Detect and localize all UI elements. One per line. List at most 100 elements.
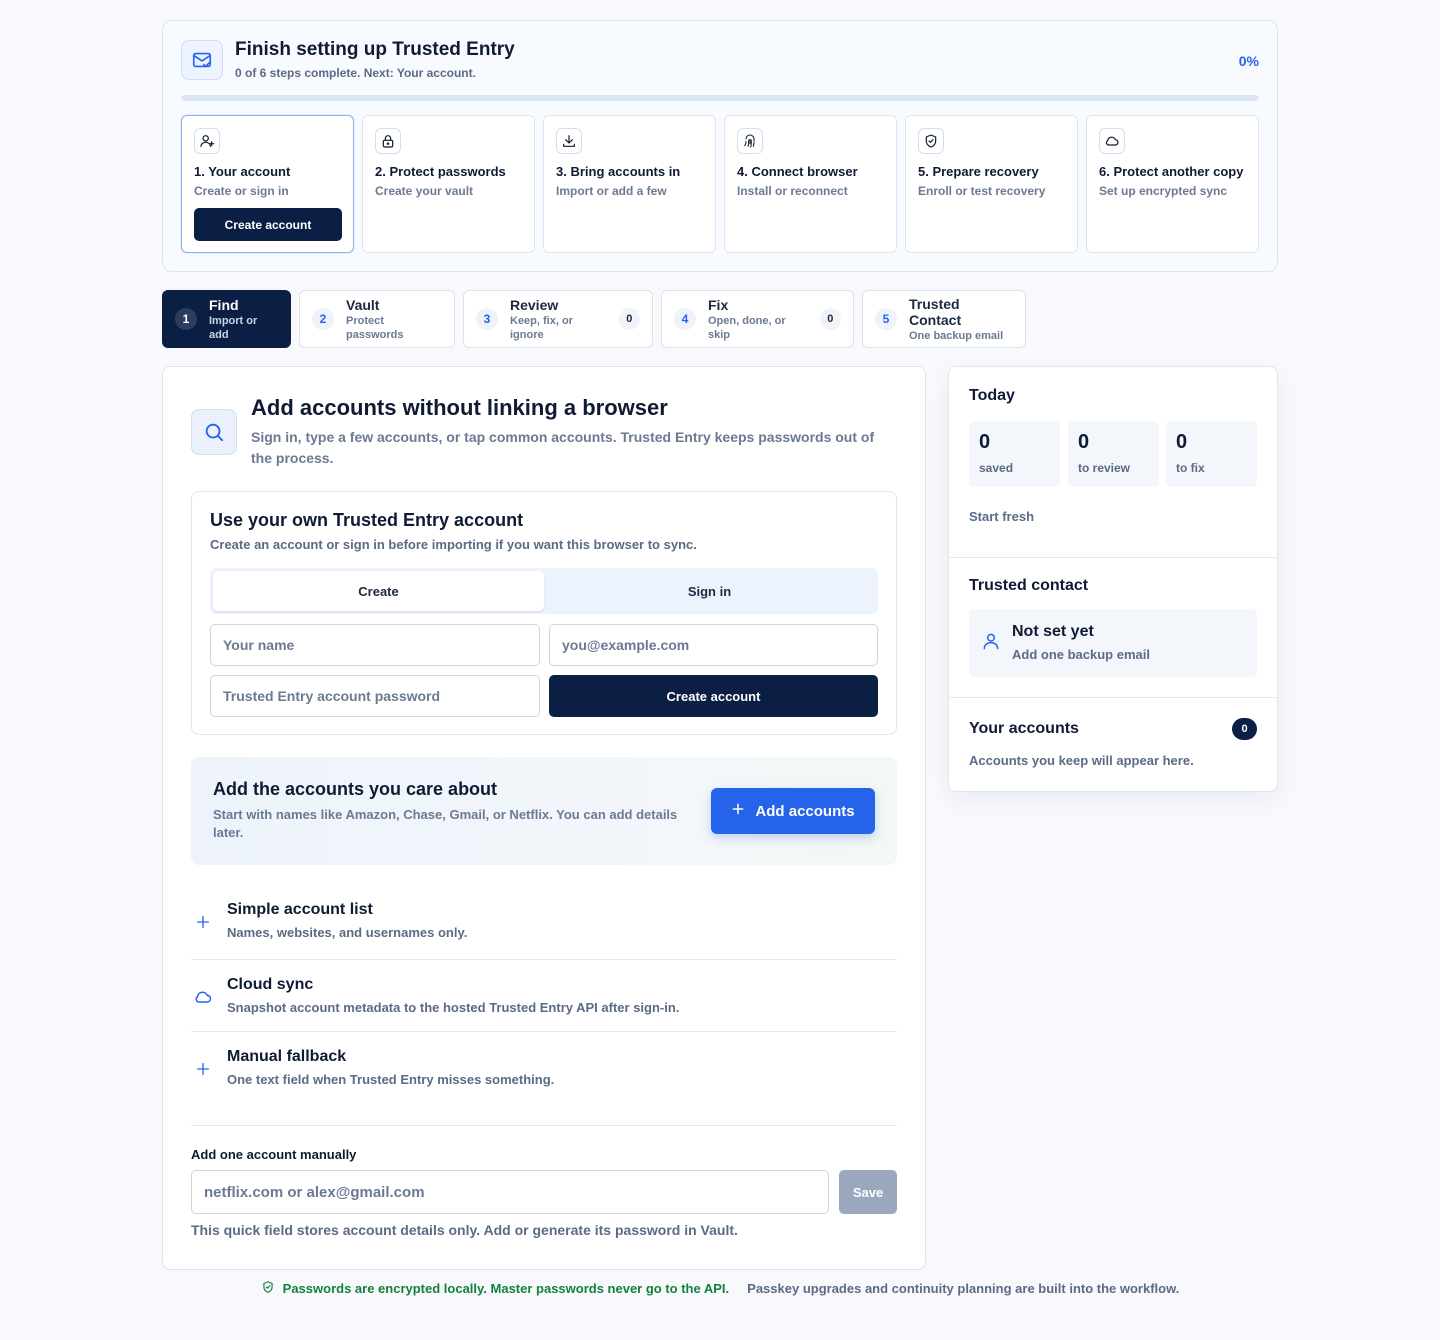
stat-value: 0 bbox=[1176, 431, 1188, 453]
user-plus-icon bbox=[194, 128, 220, 154]
step-title: 4. Connect browser bbox=[737, 164, 858, 179]
shield-check-icon bbox=[918, 128, 944, 154]
mail-check-icon bbox=[181, 40, 223, 80]
tab-subtitle: One backup email bbox=[909, 329, 1004, 342]
step-subtitle: Import or add a few bbox=[556, 184, 667, 198]
manual-account-note: This quick field stores account details … bbox=[191, 1222, 738, 1238]
tab-review[interactable]: 3 Review Keep, fix, or ignore 0 bbox=[463, 290, 653, 348]
cloud-icon bbox=[1099, 128, 1125, 154]
step-title: 2. Protect passwords bbox=[375, 164, 506, 179]
tab-title: Find bbox=[209, 296, 239, 313]
tab-find[interactable]: 1 Find Import or add bbox=[162, 290, 291, 348]
step-protect-passwords[interactable]: 2. Protect passwords Create your vault bbox=[362, 115, 535, 253]
tab-title: Review bbox=[510, 296, 559, 313]
tab-number: 5 bbox=[875, 308, 897, 330]
tab-fix[interactable]: 4 Fix Open, done, or skip 0 bbox=[661, 290, 854, 348]
today-heading: Today bbox=[969, 387, 1015, 404]
create-account-button[interactable]: Create account bbox=[194, 208, 342, 241]
step-title: 1. Your account bbox=[194, 164, 291, 179]
footer: Passwords are encrypted locally. Master … bbox=[0, 1280, 1440, 1297]
banner-title: Add the accounts you care about bbox=[213, 779, 498, 799]
tab-title: Trusted Contact bbox=[909, 295, 962, 328]
account-card-subtitle: Create an account or sign in before impo… bbox=[210, 537, 697, 552]
option-subtitle: One text field when Trusted Entry misses… bbox=[227, 1072, 555, 1087]
step-title: 5. Prepare recovery bbox=[918, 164, 1039, 179]
mode-signin-button[interactable]: Sign in bbox=[544, 571, 875, 611]
mode-create-button[interactable]: Create bbox=[213, 571, 544, 611]
step-subtitle: Install or reconnect bbox=[737, 184, 848, 198]
add-accounts-button[interactable]: Add accounts bbox=[711, 788, 875, 834]
workflow-tabs: 1 Find Import or add 2 Vault Protect pas… bbox=[162, 290, 1026, 348]
stat-label: to fix bbox=[1176, 461, 1205, 475]
tab-vault[interactable]: 2 Vault Protect passwords bbox=[299, 290, 455, 348]
accounts-empty-text: Accounts you keep will appear here. bbox=[969, 753, 1194, 768]
manual-account-input[interactable] bbox=[191, 1170, 829, 1214]
option-subtitle: Snapshot account metadata to the hosted … bbox=[227, 1000, 680, 1015]
option-cloud-sync[interactable]: Cloud sync Snapshot account metadata to … bbox=[191, 959, 897, 1031]
tab-number: 2 bbox=[312, 308, 334, 330]
setup-subtitle: 0 of 6 steps complete. Next: Your accoun… bbox=[235, 66, 476, 80]
step-connect-browser[interactable]: 4. Connect browser Install or reconnect bbox=[724, 115, 897, 253]
setup-progress-bar bbox=[181, 95, 1259, 101]
setup-title: Finish setting up Trusted Entry bbox=[235, 39, 515, 60]
security-note-text: Passwords are encrypted locally. Master … bbox=[282, 1281, 730, 1296]
add-accounts-banner: Add the accounts you care about Start wi… bbox=[191, 757, 897, 865]
option-title: Manual fallback bbox=[227, 1048, 347, 1065]
save-button[interactable]: Save bbox=[839, 1170, 897, 1214]
plus-icon bbox=[731, 802, 745, 820]
step-your-account[interactable]: 1. Your account Create or sign in Create… bbox=[181, 115, 354, 253]
summary-sidebar: Today 0 saved 0 to review 0 to fix Start… bbox=[948, 366, 1278, 792]
search-icon bbox=[191, 409, 237, 455]
tab-title: Vault bbox=[346, 296, 380, 313]
option-subtitle: Names, websites, and usernames only. bbox=[227, 925, 468, 940]
tab-subtitle: Protect passwords bbox=[346, 314, 404, 341]
email-input[interactable] bbox=[549, 624, 878, 666]
step-subtitle: Set up encrypted sync bbox=[1099, 184, 1228, 198]
page-subtitle: Sign in, type a few accounts, or tap com… bbox=[251, 429, 875, 466]
step-title: 6. Protect another copy bbox=[1099, 164, 1244, 179]
account-card: Use your own Trusted Entry account Creat… bbox=[191, 491, 897, 735]
setup-card: Finish setting up Trusted Entry 0 of 6 s… bbox=[162, 20, 1278, 272]
create-account-submit-button[interactable]: Create account bbox=[549, 675, 878, 717]
step-bring-accounts[interactable]: 3. Bring accounts in Import or add a few bbox=[543, 115, 716, 253]
divider bbox=[949, 697, 1277, 698]
tab-number: 3 bbox=[476, 308, 498, 330]
cloud-icon bbox=[191, 985, 215, 1009]
banner-subtitle: Start with names like Amazon, Chase, Gma… bbox=[213, 807, 678, 840]
step-protect-copy[interactable]: 6. Protect another copy Set up encrypted… bbox=[1086, 115, 1259, 253]
step-subtitle: Enroll or test recovery bbox=[918, 184, 1046, 198]
stat-label: to review bbox=[1078, 461, 1131, 475]
tab-trusted-contact[interactable]: 5 Trusted Contact One backup email bbox=[862, 290, 1026, 348]
find-panel: Add accounts without linking a browser S… bbox=[162, 366, 926, 1270]
start-fresh-link[interactable]: Start fresh bbox=[969, 509, 1034, 524]
password-input[interactable] bbox=[210, 675, 540, 717]
step-subtitle: Create or sign in bbox=[194, 184, 289, 198]
option-simple-list[interactable]: Simple account list Names, websites, and… bbox=[191, 885, 897, 957]
workflow-note: Passkey upgrades and continuity planning… bbox=[747, 1281, 1180, 1296]
account-card-title: Use your own Trusted Entry account bbox=[210, 510, 524, 530]
stat-value: 0 bbox=[1078, 431, 1090, 453]
manual-account-label: Add one account manually bbox=[191, 1147, 357, 1162]
stat-saved: 0 saved bbox=[969, 421, 1060, 487]
accounts-count-badge: 0 bbox=[1232, 718, 1257, 740]
trusted-contact-card[interactable]: Not set yet Add one backup email bbox=[969, 609, 1257, 677]
step-title: 3. Bring accounts in bbox=[556, 164, 681, 179]
tab-title: Fix bbox=[708, 296, 729, 313]
contact-status: Not set yet bbox=[1012, 623, 1094, 640]
stat-to-review: 0 to review bbox=[1068, 421, 1159, 487]
option-title: Simple account list bbox=[227, 901, 373, 918]
name-input[interactable] bbox=[210, 624, 540, 666]
tab-subtitle: Import or add bbox=[209, 314, 258, 341]
option-title: Cloud sync bbox=[227, 976, 314, 993]
stat-label: saved bbox=[979, 461, 1014, 475]
fingerprint-icon bbox=[737, 128, 763, 154]
user-icon bbox=[981, 631, 1001, 656]
stat-to-fix: 0 to fix bbox=[1166, 421, 1257, 487]
page-title: Add accounts without linking a browser bbox=[251, 395, 668, 420]
step-prepare-recovery[interactable]: 5. Prepare recovery Enroll or test recov… bbox=[905, 115, 1078, 253]
tab-subtitle: Keep, fix, or ignore bbox=[510, 314, 573, 341]
option-manual-fallback[interactable]: Manual fallback One text field when Trus… bbox=[191, 1031, 897, 1103]
setup-steps: 1. Your account Create or sign in Create… bbox=[181, 115, 1259, 253]
divider bbox=[949, 557, 1277, 558]
lock-icon bbox=[375, 128, 401, 154]
